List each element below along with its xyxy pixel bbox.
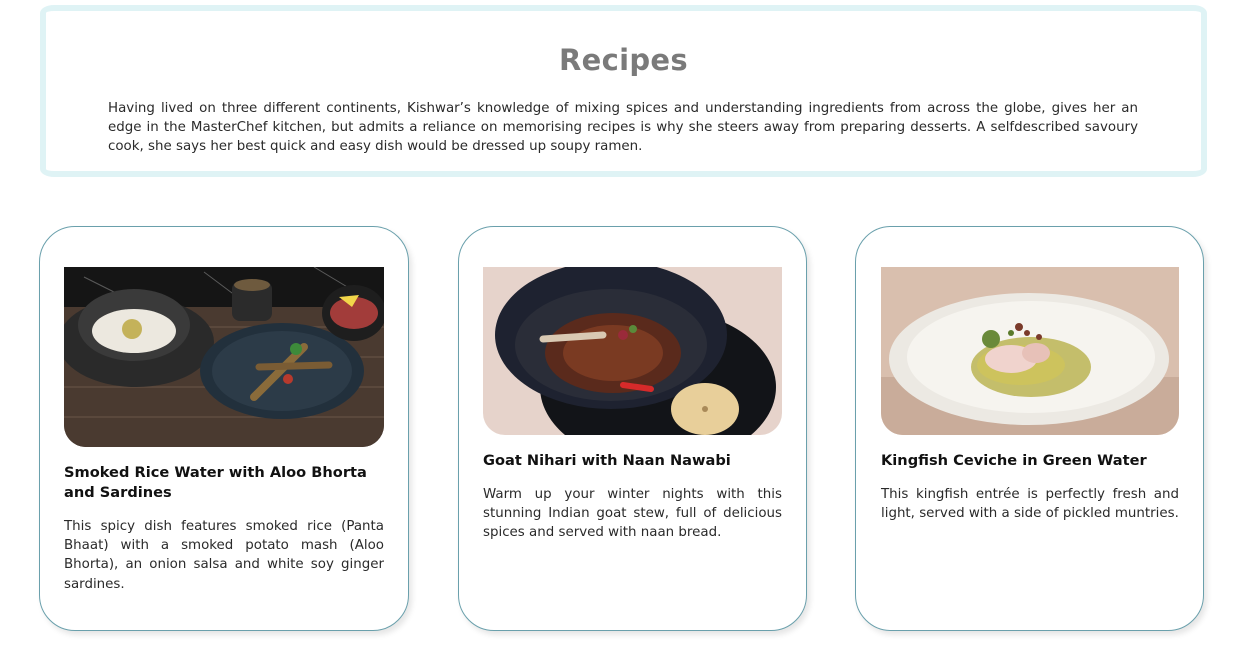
page-title: Recipes xyxy=(559,43,688,77)
recipe-title[interactable]: Goat Nihari with Naan Nawabi xyxy=(483,451,782,471)
recipe-card-kingfish-ceviche[interactable]: Kingfish Ceviche in Green Water This kin… xyxy=(855,226,1204,631)
intro-paragraph: Having lived on three different continen… xyxy=(108,101,1138,155)
recipes-intro-panel: Recipes Having lived on three different … xyxy=(40,5,1207,177)
recipe-description: This kingfish entrée is perfectly fresh … xyxy=(881,487,1179,522)
recipe-image-smoked-rice[interactable] xyxy=(64,267,384,447)
recipe-title[interactable]: Smoked Rice Water with Aloo Bhorta and S… xyxy=(64,463,384,503)
recipe-title[interactable]: Kingfish Ceviche in Green Water xyxy=(881,451,1179,471)
recipe-card-smoked-rice[interactable]: Smoked Rice Water with Aloo Bhorta and S… xyxy=(39,226,409,631)
recipe-description: Warm up your winter nights with this stu… xyxy=(483,487,782,541)
recipe-description: This spicy dish features smoked rice (Pa… xyxy=(64,519,384,592)
recipe-card-goat-nihari[interactable]: Goat Nihari with Naan Nawabi Warm up you… xyxy=(458,226,807,631)
recipe-image-kingfish-ceviche[interactable] xyxy=(881,267,1179,435)
recipe-image-goat-nihari[interactable] xyxy=(483,267,782,435)
